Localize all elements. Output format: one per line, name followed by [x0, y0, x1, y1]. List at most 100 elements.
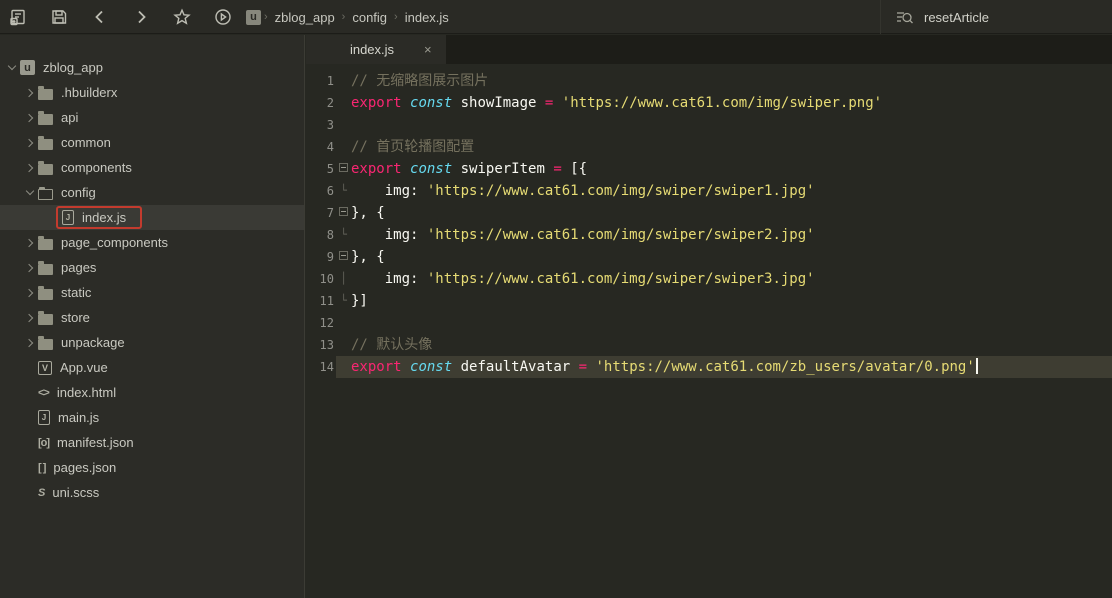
- breadcrumb-item-folder[interactable]: config: [352, 10, 387, 25]
- line-number: 9: [306, 246, 336, 268]
- tree-row-pages[interactable]: pages: [0, 255, 304, 280]
- tree-row-unpackage[interactable]: unpackage: [0, 330, 304, 355]
- code-line-9[interactable]: 9 }, {: [306, 246, 1112, 268]
- chevron-right-icon[interactable]: [25, 338, 33, 346]
- tree-row-static[interactable]: static: [0, 280, 304, 305]
- code-text: export const defaultAvatar = 'https://ww…: [351, 356, 978, 378]
- code-text: // 首页轮播图配置: [351, 136, 474, 158]
- code-line-13[interactable]: 13 // 默认头像: [306, 334, 1112, 356]
- code-line-11[interactable]: 11└}]: [306, 290, 1112, 312]
- line-number: 1: [306, 70, 336, 92]
- chevron-down-icon[interactable]: [26, 187, 34, 195]
- tree-row-manifest-json[interactable]: [o]manifest.json: [0, 430, 304, 455]
- line-number: 3: [306, 114, 336, 136]
- folder-open-icon: [38, 189, 53, 200]
- favorite-star-icon[interactable]: [172, 7, 192, 27]
- js-file-icon: J: [62, 210, 74, 225]
- new-file-icon[interactable]: [8, 7, 28, 27]
- code-line-5[interactable]: 5export const swiperItem = [{: [306, 158, 1112, 180]
- breadcrumb: u › zblog_app › config › index.js: [246, 0, 453, 34]
- fold-collapse-icon: [339, 163, 348, 172]
- run-icon[interactable]: [213, 7, 233, 27]
- tree-row-config[interactable]: config: [0, 180, 304, 205]
- tree-row-main-js[interactable]: Jmain.js: [0, 405, 304, 430]
- folder-icon: [38, 89, 53, 100]
- line-number: 6: [306, 180, 336, 202]
- line-number: 5: [306, 158, 336, 180]
- chevron-down-icon[interactable]: [8, 62, 16, 70]
- folder-icon: [38, 339, 53, 350]
- code-line-4[interactable]: 4// 首页轮播图配置: [306, 136, 1112, 158]
- chevron-right-icon[interactable]: [25, 138, 33, 146]
- tree-label: config: [61, 185, 96, 200]
- folder-icon: [38, 239, 53, 250]
- save-icon[interactable]: [49, 7, 69, 27]
- code-editor[interactable]: 1 // 无缩略图展示图片2export const showImage = 'h…: [306, 64, 1112, 598]
- code-line-2[interactable]: 2export const showImage = 'https://www.c…: [306, 92, 1112, 114]
- filter-search-icon: [895, 8, 914, 27]
- line-number: 13: [306, 334, 336, 356]
- tree-row--hbuilderx[interactable]: .hbuilderx: [0, 80, 304, 105]
- code-line-12[interactable]: 12: [306, 312, 1112, 334]
- code-text: }]: [351, 290, 368, 312]
- tree-row-zblog-app[interactable]: uzblog_app: [0, 55, 304, 80]
- chevron-right-icon[interactable]: [25, 288, 33, 296]
- tree-row-index-html[interactable]: <>index.html: [0, 380, 304, 405]
- tree-row-components[interactable]: components: [0, 155, 304, 180]
- editor-tabbar: index.js ×: [306, 35, 1112, 64]
- tree-row-app-vue[interactable]: VApp.vue: [0, 355, 304, 380]
- code-line-7[interactable]: 7}, {: [306, 202, 1112, 224]
- manifest-file-icon: [o]: [38, 437, 49, 449]
- scss-file-icon: S: [38, 487, 44, 499]
- line-number: 2: [306, 92, 336, 114]
- folder-icon: [38, 139, 53, 150]
- breadcrumb-item-file[interactable]: index.js: [405, 10, 449, 25]
- tree-row-api[interactable]: api: [0, 105, 304, 130]
- folder-icon: [38, 264, 53, 275]
- tree-row-common[interactable]: common: [0, 130, 304, 155]
- code-text: // 无缩略图展示图片: [351, 70, 488, 92]
- line-number: 8: [306, 224, 336, 246]
- tree-row-index-js[interactable]: Jindex.js: [0, 205, 304, 230]
- chevron-right-icon[interactable]: [25, 313, 33, 321]
- fold-guide-end: └: [336, 224, 351, 246]
- tree-row-pages-json[interactable]: [ ]pages.json: [0, 455, 304, 480]
- code-line-10[interactable]: 10│ img: 'https://www.cat61.com/img/swip…: [306, 268, 1112, 290]
- chevron-right-icon[interactable]: [25, 238, 33, 246]
- chevron-right-icon[interactable]: [25, 88, 33, 96]
- chevron-right-icon[interactable]: [25, 113, 33, 121]
- tree-row-uni-scss[interactable]: Suni.scss: [0, 480, 304, 505]
- forward-icon[interactable]: [131, 7, 151, 27]
- locate-marker-box: Jindex.js: [56, 206, 142, 229]
- code-line-6[interactable]: 6└ img: 'https://www.cat61.com/img/swipe…: [306, 180, 1112, 202]
- text-cursor: [976, 358, 978, 374]
- code-line-1[interactable]: 1 // 无缩略图展示图片: [306, 70, 1112, 92]
- code-text: }, {: [351, 246, 385, 268]
- tree-label: index.html: [57, 385, 116, 400]
- code-text: // 默认头像: [351, 334, 432, 356]
- code-line-14[interactable]: 14 export const defaultAvatar = 'https://…: [306, 356, 1112, 378]
- tree-label: zblog_app: [43, 60, 103, 75]
- chevron-right-icon[interactable]: [25, 163, 33, 171]
- fold-collapse-icon: [339, 207, 348, 216]
- folder-icon: [38, 314, 53, 325]
- tab-label: index.js: [306, 42, 424, 57]
- toolbar-search[interactable]: resetArticle: [880, 0, 989, 34]
- tree-row-store[interactable]: store: [0, 305, 304, 330]
- back-icon[interactable]: [90, 7, 110, 27]
- fold-guide-end: └: [336, 290, 351, 312]
- hbuilderx-window: u › zblog_app › config › index.js resetA…: [0, 0, 1112, 598]
- tree-row-page-components[interactable]: page_components: [0, 230, 304, 255]
- tab-index-js[interactable]: index.js ×: [306, 35, 446, 64]
- tree-label: uni.scss: [52, 485, 99, 500]
- search-query-text: resetArticle: [924, 10, 989, 25]
- breadcrumb-item-project[interactable]: zblog_app: [275, 10, 335, 25]
- line-number: 14: [306, 356, 336, 378]
- chevron-right-icon[interactable]: [25, 263, 33, 271]
- code-line-3[interactable]: 3: [306, 114, 1112, 136]
- code-text: img: 'https://www.cat61.com/img/swiper/s…: [351, 224, 815, 246]
- tree-label: api: [61, 110, 78, 125]
- code-line-8[interactable]: 8└ img: 'https://www.cat61.com/img/swipe…: [306, 224, 1112, 246]
- tab-close-icon[interactable]: ×: [424, 42, 446, 57]
- code-text: img: 'https://www.cat61.com/img/swiper/s…: [351, 180, 815, 202]
